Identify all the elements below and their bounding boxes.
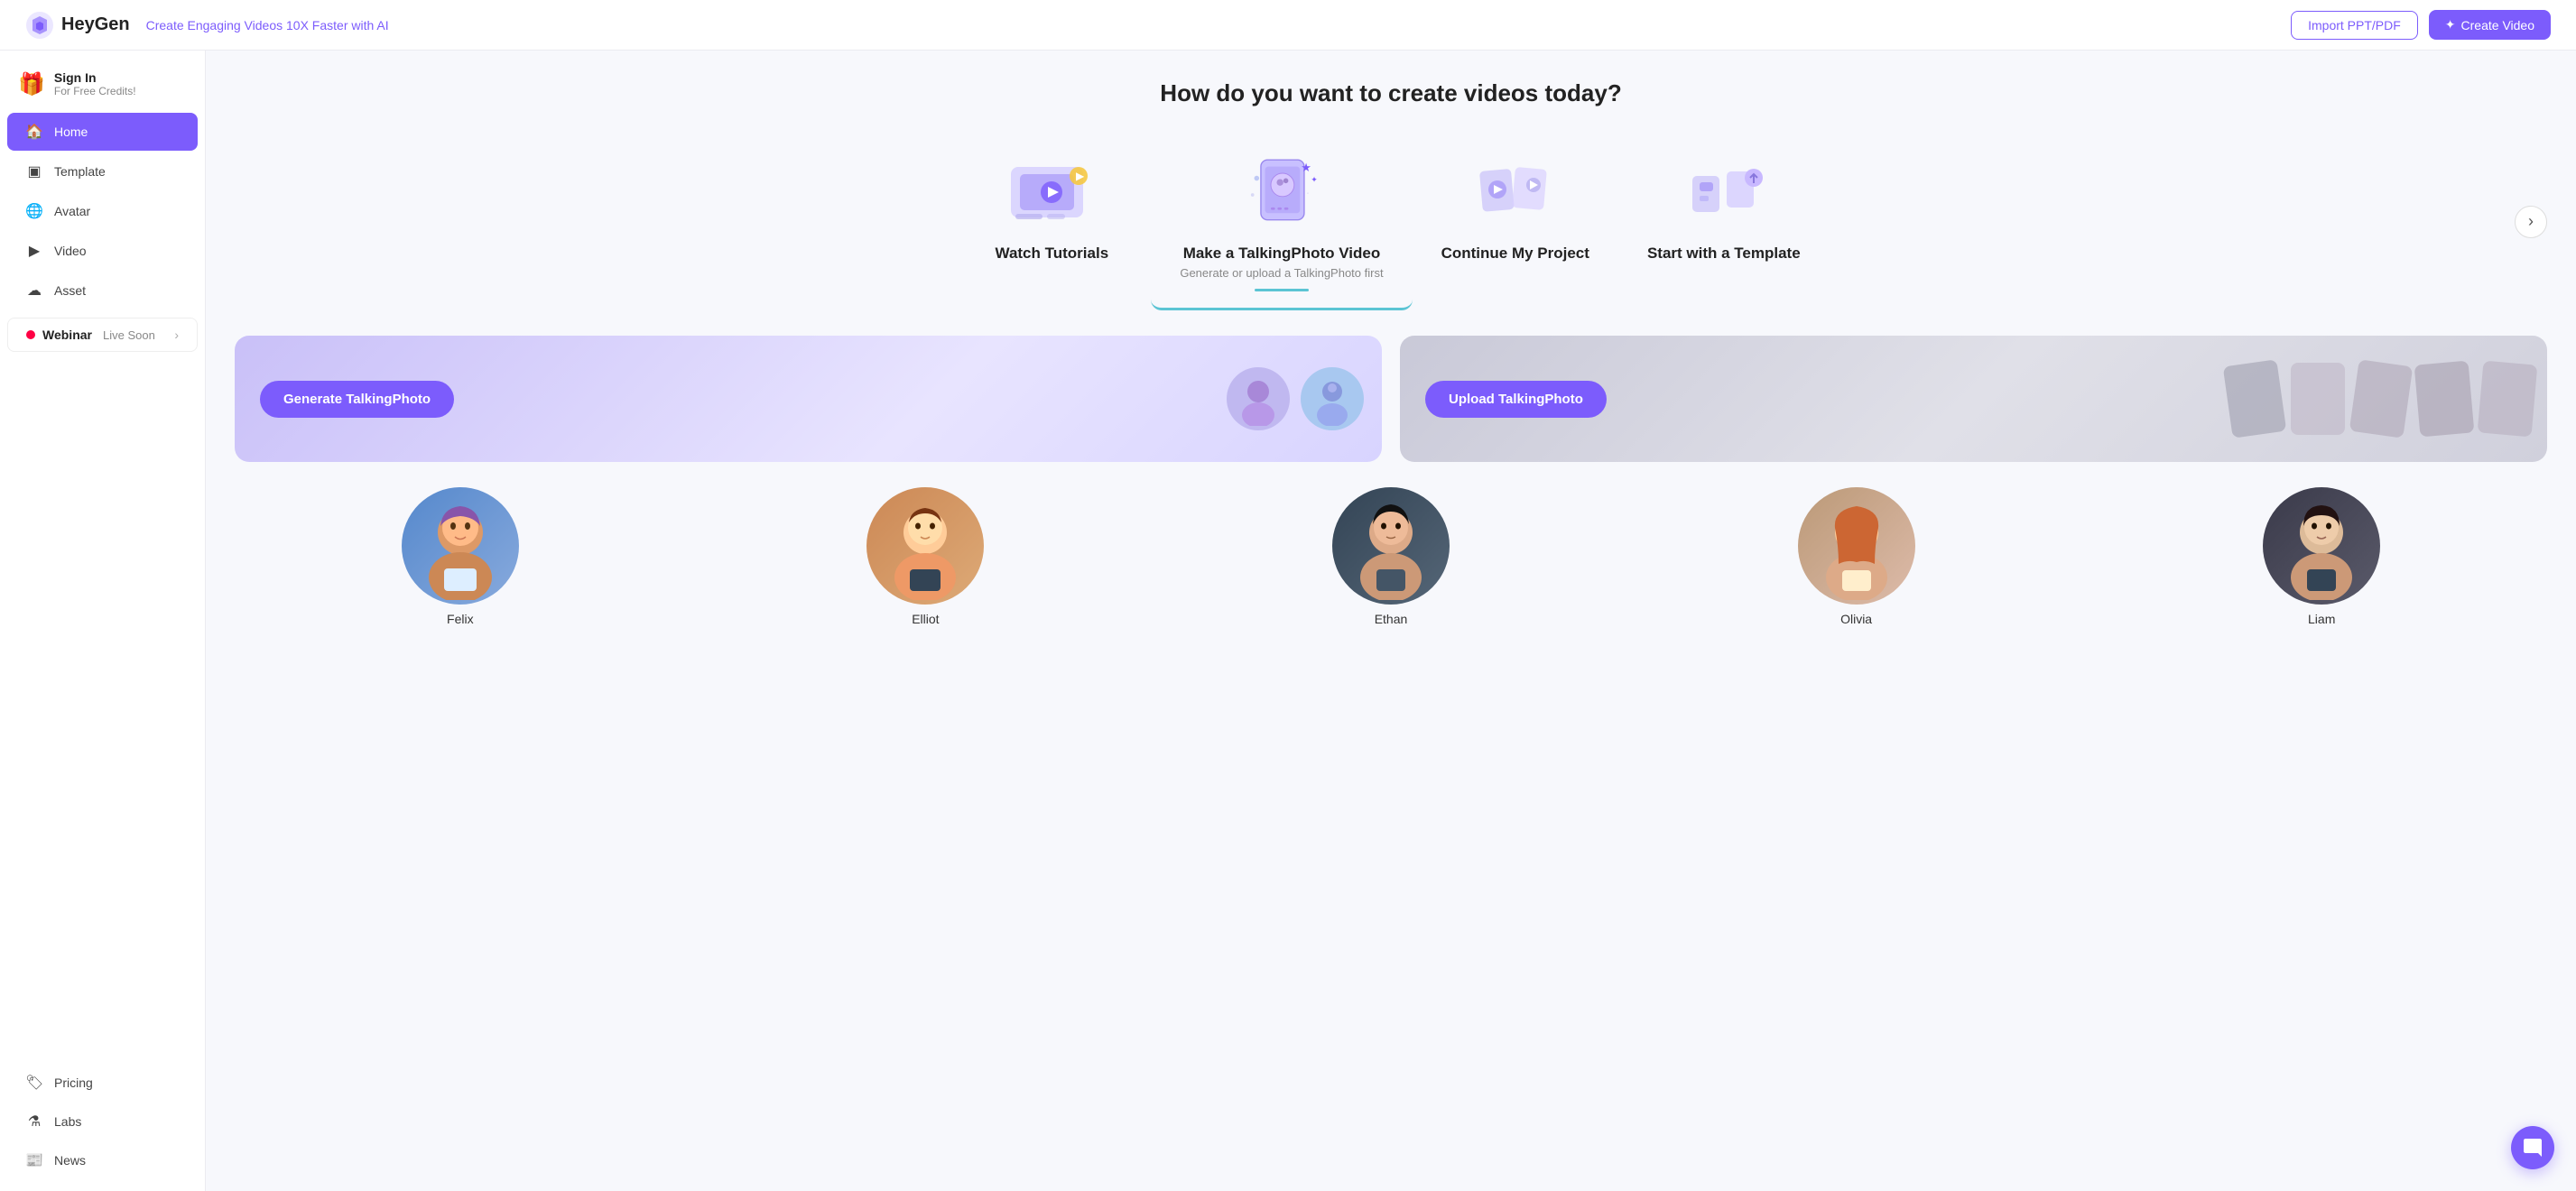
ethan-avatar-img	[1332, 487, 1450, 605]
watch-tutorials-image: ▶	[997, 154, 1106, 235]
webinar-arrow-icon: ›	[174, 328, 179, 342]
topnav-right: Import PPT/PDF ✦ Create Video	[2291, 10, 2551, 40]
sign-in-label[interactable]: Sign In	[54, 70, 136, 85]
pricing-icon: 🏷	[25, 1074, 43, 1092]
asset-icon: ☁	[25, 282, 43, 300]
sidebar-asset-label: Asset	[54, 283, 86, 298]
create-video-icon: ✦	[2445, 17, 2456, 32]
sidebar-template-label: Template	[54, 164, 106, 179]
sidebar: 🎁 Sign In For Free Credits! 🏠 Home ▣ Tem…	[0, 51, 206, 1191]
avatar-olivia[interactable]: Olivia	[1631, 487, 2082, 626]
sidebar-labs-label: Labs	[54, 1114, 81, 1129]
home-icon: 🏠	[25, 123, 43, 141]
cards-next-button[interactable]: ›	[2515, 206, 2547, 238]
ethan-name: Ethan	[1375, 612, 1408, 626]
card-start-template[interactable]: Start with a Template	[1618, 133, 1830, 279]
upload-button[interactable]: Upload TalkingPhoto	[1425, 381, 1607, 418]
sidebar-item-pricing[interactable]: 🏷 Pricing	[7, 1064, 198, 1102]
start-template-title: Start with a Template	[1647, 245, 1801, 263]
liam-avatar-img	[2263, 487, 2380, 605]
tagline: Create Engaging Videos 10X Faster with A…	[146, 18, 389, 32]
sidebar-webinar[interactable]: Webinar Live Soon ›	[7, 318, 198, 352]
sidebar-item-avatar[interactable]: 🌐 Avatar	[7, 192, 198, 230]
cards-row: ▶ Watch Tutorials	[235, 133, 2547, 310]
svg-text:✦: ✦	[1311, 175, 1318, 184]
webinar-label: Webinar	[42, 328, 92, 342]
chat-bubble-button[interactable]	[2511, 1126, 2554, 1169]
webinar-live-dot	[26, 330, 35, 339]
panel-avatar-1	[1227, 367, 1290, 430]
generate-panel[interactable]: Generate TalkingPhoto	[235, 336, 1382, 462]
logo-text: HeyGen	[61, 14, 130, 35]
talking-photo-image: ★ ✦ ·	[1228, 154, 1336, 235]
avatar-elliot[interactable]: Elliot	[700, 487, 1152, 626]
webinar-soon: Live Soon	[103, 328, 155, 342]
card-watch-tutorials[interactable]: ▶ Watch Tutorials	[952, 133, 1151, 279]
sidebar-pricing-label: Pricing	[54, 1076, 93, 1090]
sign-in-section[interactable]: 🎁 Sign In For Free Credits!	[0, 61, 205, 112]
sign-in-sub: For Free Credits!	[54, 85, 136, 97]
panel-avatars	[1227, 336, 1382, 462]
talking-panels: Generate TalkingPhoto	[235, 336, 2547, 462]
avatar-icon: 🌐	[25, 202, 43, 220]
olivia-name: Olivia	[1840, 612, 1872, 626]
template-icon: ▣	[25, 162, 43, 180]
olivia-avatar-img	[1798, 487, 1915, 605]
start-template-image	[1670, 154, 1778, 235]
sidebar-home-label: Home	[54, 125, 88, 139]
create-video-button[interactable]: ✦ Create Video	[2429, 10, 2551, 40]
active-indicator	[1255, 289, 1309, 291]
labs-icon: ⚗	[25, 1113, 43, 1131]
talking-photo-sub: Generate or upload a TalkingPhoto first	[1180, 266, 1383, 280]
gift-icon: 🎁	[18, 71, 45, 97]
video-icon: ▶	[25, 242, 43, 260]
talking-photo-title: Make a TalkingPhoto Video	[1183, 245, 1381, 263]
import-button[interactable]: Import PPT/PDF	[2291, 11, 2418, 40]
svg-text:★: ★	[1301, 161, 1311, 174]
continue-project-title: Continue My Project	[1441, 245, 1589, 263]
heygen-logo-icon	[25, 11, 54, 40]
card-continue-project[interactable]: Continue My Project	[1413, 133, 1618, 279]
sidebar-item-asset[interactable]: ☁ Asset	[7, 272, 198, 309]
sidebar-item-video[interactable]: ▶ Video	[7, 232, 198, 270]
sidebar-item-home[interactable]: 🏠 Home	[7, 113, 198, 151]
chat-icon	[2522, 1137, 2544, 1159]
watch-tutorials-title: Watch Tutorials	[996, 245, 1109, 263]
layout: 🎁 Sign In For Free Credits! 🏠 Home ▣ Tem…	[0, 0, 2576, 655]
topnav: HeyGen Create Engaging Videos 10X Faster…	[0, 0, 2576, 51]
sidebar-video-label: Video	[54, 244, 87, 258]
upload-strip	[2215, 336, 2547, 462]
sidebar-item-template[interactable]: ▣ Template	[7, 152, 198, 190]
sidebar-avatar-label: Avatar	[54, 204, 90, 218]
main-content: How do you want to create videos today? …	[206, 51, 2576, 655]
panel-avatar-2	[1301, 367, 1364, 430]
page-title: How do you want to create videos today?	[235, 79, 2547, 107]
svg-text:·: ·	[1307, 189, 1309, 197]
elliot-name: Elliot	[912, 612, 939, 626]
avatar-felix[interactable]: Felix	[235, 487, 686, 626]
sign-in-text-block: Sign In For Free Credits!	[54, 70, 136, 97]
avatar-liam[interactable]: Liam	[2096, 487, 2547, 626]
sidebar-item-news[interactable]: 📰 News	[7, 1141, 198, 1179]
news-icon: 📰	[25, 1151, 43, 1169]
felix-avatar-img	[402, 487, 519, 605]
card-talking-photo[interactable]: ★ ✦ · Make a TalkingPhoto Video Generate…	[1151, 133, 1412, 310]
sidebar-news-label: News	[54, 1153, 86, 1168]
upload-panel[interactable]: Upload TalkingPhoto	[1400, 336, 2547, 462]
svg-text:▶: ▶	[1076, 170, 1085, 182]
sidebar-bottom: 🏷 Pricing ⚗ Labs 📰 News	[0, 1063, 205, 1180]
avatar-ethan[interactable]: Ethan	[1165, 487, 1617, 626]
liam-name: Liam	[2308, 612, 2335, 626]
continue-project-image	[1461, 154, 1570, 235]
generate-button[interactable]: Generate TalkingPhoto	[260, 381, 454, 418]
logo: HeyGen	[25, 11, 130, 40]
sidebar-item-labs[interactable]: ⚗ Labs	[7, 1103, 198, 1140]
topnav-left: HeyGen Create Engaging Videos 10X Faster…	[25, 11, 389, 40]
avatars-grid: Felix Elliot	[235, 487, 2547, 626]
felix-name: Felix	[447, 612, 474, 626]
elliot-avatar-img	[866, 487, 984, 605]
